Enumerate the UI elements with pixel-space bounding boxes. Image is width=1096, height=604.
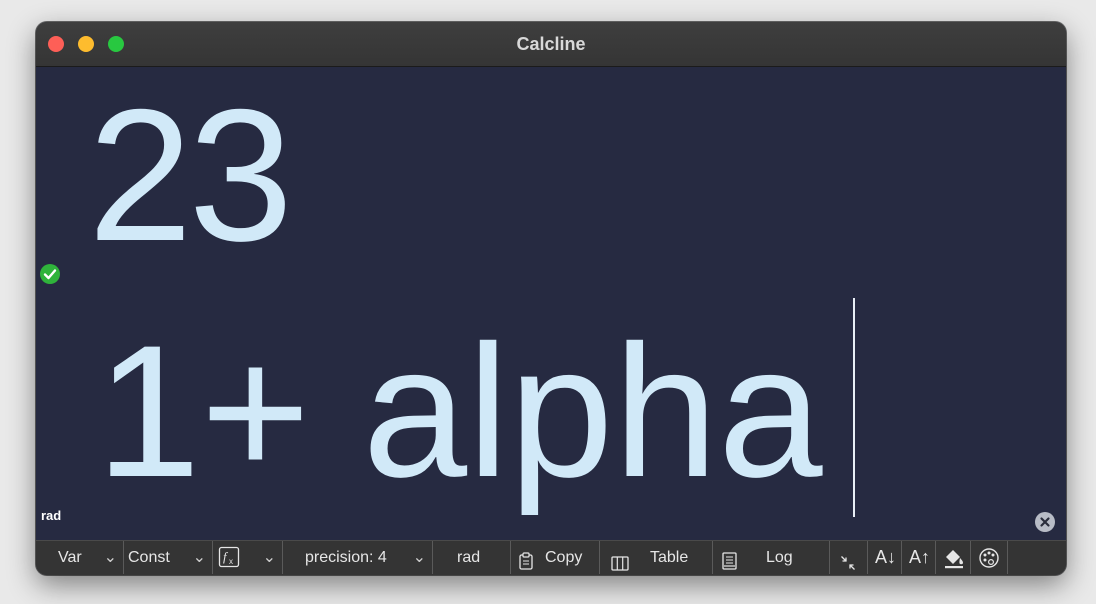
angle-mode-label: rad <box>457 549 481 566</box>
palette-icon <box>978 547 1000 575</box>
const-dropdown[interactable]: Const ⌄ <box>124 541 213 574</box>
precision-label: precision: 4 <box>305 549 387 566</box>
fill-color-button[interactable] <box>936 541 971 574</box>
chevron-down-icon: ⌄ <box>103 549 117 566</box>
var-dropdown-label: Var <box>58 549 82 566</box>
copy-button[interactable]: Copy <box>511 541 600 574</box>
document-lines-icon <box>722 549 737 575</box>
calculator-display[interactable]: 23 1+ alpha rad <box>36 67 1066 541</box>
chevron-down-icon: ⌄ <box>262 549 276 566</box>
var-dropdown[interactable]: Var ⌄ <box>36 541 124 574</box>
checkmark-circle-icon <box>40 264 60 284</box>
paint-bucket-icon <box>943 547 965 575</box>
expression-input[interactable]: 1+ alpha <box>96 317 823 505</box>
precision-dropdown[interactable]: precision: 4 ⌄ <box>283 541 433 574</box>
collapse-button[interactable] <box>830 541 868 574</box>
function-dropdown[interactable]: f x ⌄ <box>213 541 283 574</box>
chevron-down-icon: ⌄ <box>192 549 206 566</box>
log-button[interactable]: Log <box>713 541 830 574</box>
table-columns-icon <box>611 550 629 575</box>
clipboard-icon <box>519 549 533 575</box>
angle-mode-button[interactable]: rad <box>433 541 511 574</box>
font-decrease-button[interactable]: A↓ <box>868 541 902 574</box>
angle-mode-indicator: rad <box>41 508 62 523</box>
text-cursor <box>853 298 855 517</box>
font-decrease-label: A↓ <box>875 547 897 567</box>
calculator-window: Calcline 23 1+ alpha rad Var ⌄ Const ⌄ f… <box>36 22 1066 575</box>
window-title: Calcline <box>516 34 586 54</box>
table-label: Table <box>650 549 689 566</box>
theme-button[interactable] <box>971 541 1008 574</box>
chevron-down-icon: ⌄ <box>412 549 426 566</box>
font-increase-label: A↑ <box>909 547 931 567</box>
svg-text:x: x <box>229 557 233 566</box>
result-value: 23 <box>88 70 293 280</box>
table-button[interactable]: Table <box>600 541 713 574</box>
function-fx-icon: f x <box>218 546 240 575</box>
title-bar[interactable]: Calcline <box>36 22 1066 67</box>
const-dropdown-label: Const <box>128 549 170 566</box>
font-increase-button[interactable]: A↑ <box>902 541 936 574</box>
collapse-arrows-icon <box>840 550 856 575</box>
log-label: Log <box>766 549 793 566</box>
copy-label: Copy <box>545 549 583 566</box>
bottom-toolbar: Var ⌄ Const ⌄ f x ⌄ precision: 4 ⌄ rad C… <box>36 540 1066 575</box>
clear-x-icon[interactable] <box>1035 512 1055 532</box>
